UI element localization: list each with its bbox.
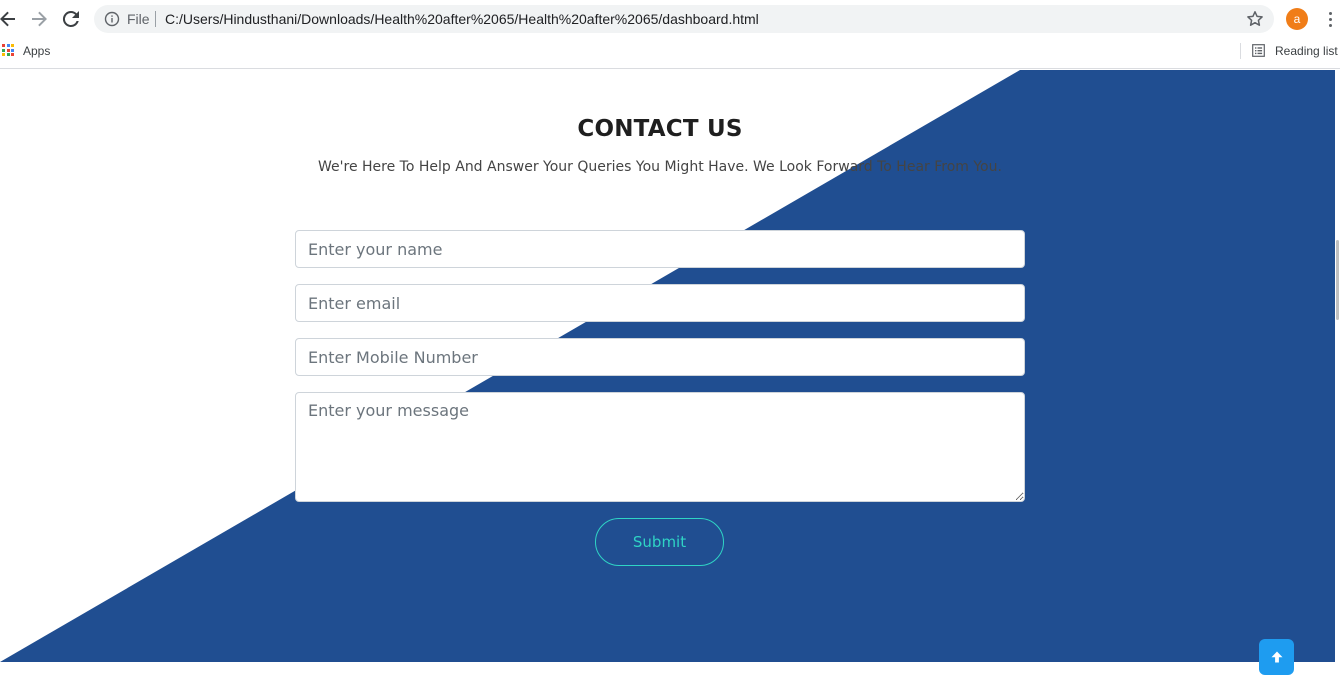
browser-toolbar: File C:/Users/Hindusthani/Downloads/Heal…: [0, 0, 1340, 38]
email-input[interactable]: [295, 284, 1025, 322]
reading-list-button[interactable]: Reading list: [1275, 44, 1338, 58]
bookmarks-divider: [1240, 43, 1241, 59]
contact-section: CONTACT US We're Here To Help And Answer…: [0, 70, 1340, 695]
file-scheme-label: File: [127, 11, 150, 27]
reload-icon: [62, 10, 79, 27]
forward-button[interactable]: [27, 7, 51, 31]
scrollbar-thumb[interactable]: [1336, 240, 1339, 320]
arrow-up-icon: [1271, 651, 1282, 663]
message-textarea[interactable]: [295, 392, 1025, 502]
info-icon[interactable]: [104, 11, 120, 27]
url-text[interactable]: C:/Users/Hindusthani/Downloads/Health%20…: [165, 11, 759, 27]
page-scrollbar[interactable]: [1335, 70, 1340, 695]
address-bar[interactable]: File C:/Users/Hindusthani/Downloads/Heal…: [94, 5, 1274, 33]
reading-list-icon[interactable]: [1252, 44, 1265, 57]
submit-button[interactable]: Submit: [595, 518, 724, 566]
apps-grid-icon[interactable]: [2, 44, 14, 56]
page-bottom-strip: [0, 662, 1340, 695]
arrow-right-icon: [32, 11, 47, 27]
page-title: CONTACT US: [577, 116, 743, 142]
back-button[interactable]: [0, 7, 20, 31]
name-input[interactable]: [295, 230, 1025, 268]
scroll-to-top-button[interactable]: [1259, 639, 1294, 675]
star-icon[interactable]: [1246, 10, 1264, 28]
apps-bookmark[interactable]: Apps: [23, 44, 50, 58]
more-vert-icon[interactable]: [1322, 9, 1338, 29]
bookmarks-bar: [0, 38, 1340, 69]
arrow-left-icon: [0, 11, 15, 27]
mobile-input[interactable]: [295, 338, 1025, 376]
page-subtitle: We're Here To Help And Answer Your Queri…: [318, 159, 1002, 175]
reload-button[interactable]: [59, 7, 83, 31]
profile-avatar[interactable]: a: [1286, 8, 1308, 30]
omnibox-divider: [155, 11, 156, 27]
